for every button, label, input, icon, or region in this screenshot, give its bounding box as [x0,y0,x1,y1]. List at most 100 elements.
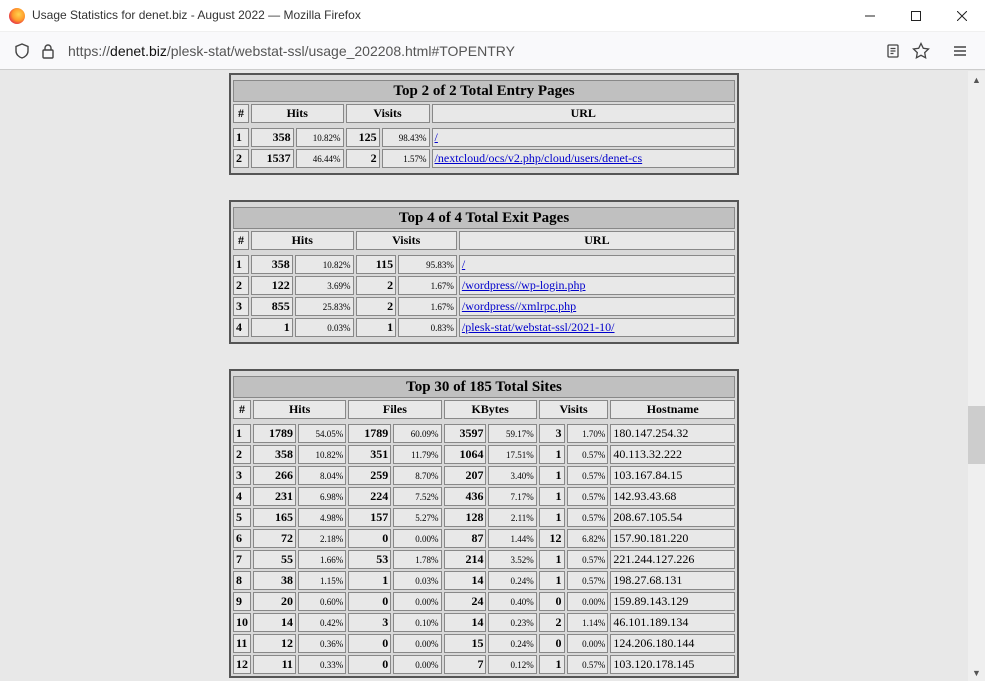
files-percent: 5.27% [393,508,442,527]
row-number: 9 [233,592,251,611]
table-row: 12 11 0.33% 0 0.00% 7 0.12% 1 0.57% 103.120.178.1… [233,655,735,674]
hits-percent: 46.44% [295,149,344,168]
url-cell: / [458,255,735,274]
visits-percent: 0.57% [566,508,609,527]
visits-value: 1 [538,487,565,506]
entry-pages-table: Top 2 of 2 Total Entry Pages # Hits Visi… [229,73,739,175]
maximize-icon [911,11,921,21]
close-icon [957,11,967,21]
row-number: 4 [233,487,251,506]
visits-percent: 6.82% [566,529,609,548]
visits-value: 1 [355,318,397,337]
table-row: 2 1537 46.44% 2 1.57%/nextcloud/ocs/v2.php/c… [233,149,735,168]
table-row: 8 38 1.15% 1 0.03% 14 0.24% 1 0.57% 198.27.68.131 [233,571,735,590]
window-title: Usage Statistics for denet.biz - August … [32,8,361,22]
kbytes-percent: 3.40% [488,466,537,485]
visits-value: 2 [345,149,380,168]
files-value: 0 [348,529,392,548]
hits-value: 266 [253,466,296,485]
hits-value: 20 [253,592,296,611]
kbytes-value: 207 [443,466,487,485]
hostname-cell: 40.113.32.222 [610,445,735,464]
scroll-up-arrow-icon[interactable]: ▲ [968,71,985,88]
minimize-icon [865,15,875,17]
row-number: 10 [233,613,251,632]
hits-value: 358 [251,255,293,274]
col-hits: Hits [253,400,347,419]
lock-icon[interactable] [38,41,58,61]
col-hits: Hits [251,231,354,250]
row-number: 4 [233,318,249,337]
files-value: 1 [348,571,392,590]
kbytes-value: 128 [443,508,487,527]
visits-value: 2 [355,297,397,316]
kbytes-percent: 0.23% [488,613,537,632]
kbytes-percent: 17.51% [488,445,537,464]
files-percent: 0.03% [393,571,442,590]
url-bar[interactable]: https://denet.biz/plesk-stat/webstat-ssl… [68,43,515,59]
table-row: 7 55 1.66% 53 1.78% 214 3.52% 1 0.57% 221.244.127… [233,550,735,569]
col-num: # [233,231,249,250]
shield-icon[interactable] [12,41,32,61]
col-num: # [233,104,249,123]
bookmark-star-icon[interactable] [911,41,931,61]
visits-value: 1 [538,550,565,569]
files-value: 157 [348,508,392,527]
row-number: 6 [233,529,251,548]
table-row: 3 266 8.04% 259 8.70% 207 3.40% 1 0.57% 103.167.8… [233,466,735,485]
firefox-logo-icon [9,8,25,24]
row-number: 12 [233,655,251,674]
maximize-button[interactable] [893,0,939,32]
visits-value: 1 [538,655,565,674]
url-link[interactable]: / [435,130,438,144]
hits-value: 55 [253,550,296,569]
hostname-cell: 198.27.68.131 [610,571,735,590]
row-number: 7 [233,550,251,569]
scroll-down-arrow-icon[interactable]: ▼ [968,664,985,681]
hits-value: 11 [253,655,296,674]
kbytes-percent: 59.17% [488,424,537,443]
minimize-button[interactable] [847,0,893,32]
scrollbar-thumb[interactable] [968,406,985,464]
visits-percent: 0.57% [566,466,609,485]
visits-value: 115 [355,255,397,274]
kbytes-value: 14 [443,571,487,590]
url-link[interactable]: /plesk-stat/webstat-ssl/2021-10/ [462,320,615,334]
hostname-cell: 157.90.181.220 [610,529,735,548]
files-value: 0 [348,634,392,653]
url-domain: denet.biz [110,43,167,59]
files-percent: 0.00% [393,592,442,611]
url-cell: /wordpress//xmlrpc.php [458,297,735,316]
sites-table: Top 30 of 185 Total Sites # Hits Files K… [229,369,739,678]
entry-pages-title: Top 2 of 2 Total Entry Pages [233,80,735,102]
url-link[interactable]: /nextcloud/ocs/v2.php/cloud/users/denet-… [435,151,643,165]
kbytes-percent: 1.44% [488,529,537,548]
table-row: 1 358 10.82% 125 98.43% / [233,128,735,147]
url-link[interactable]: /wordpress//xmlrpc.php [462,299,576,313]
hamburger-menu-icon[interactable] [950,41,970,61]
reader-view-icon[interactable] [883,41,903,61]
files-percent: 1.78% [393,550,442,569]
row-number: 3 [233,297,249,316]
visits-value: 1 [538,508,565,527]
url-link[interactable]: / [462,257,465,271]
visits-percent: 0.00% [566,634,609,653]
visits-percent: 0.00% [566,592,609,611]
row-number: 1 [233,255,249,274]
hits-value: 231 [253,487,296,506]
close-button[interactable] [939,0,985,32]
table-row: 2 122 3.69% 2 1.67%/wordpress//wp-login.php [233,276,735,295]
visits-percent: 95.83% [398,255,457,274]
visits-percent: 1.14% [566,613,609,632]
hits-percent: 3.69% [294,276,354,295]
files-value: 53 [348,550,392,569]
kbytes-percent: 0.24% [488,571,537,590]
table-row: 11 12 0.36% 0 0.00% 15 0.24% 0 0.00% 124.206.180.… [233,634,735,653]
hits-percent: 8.04% [297,466,347,485]
url-link[interactable]: /wordpress//wp-login.php [462,278,586,292]
visits-value: 2 [538,613,565,632]
col-hits: Hits [251,104,344,123]
col-visits: Visits [345,104,430,123]
vertical-scrollbar[interactable]: ▲ ▼ [968,71,985,681]
hits-value: 122 [251,276,293,295]
